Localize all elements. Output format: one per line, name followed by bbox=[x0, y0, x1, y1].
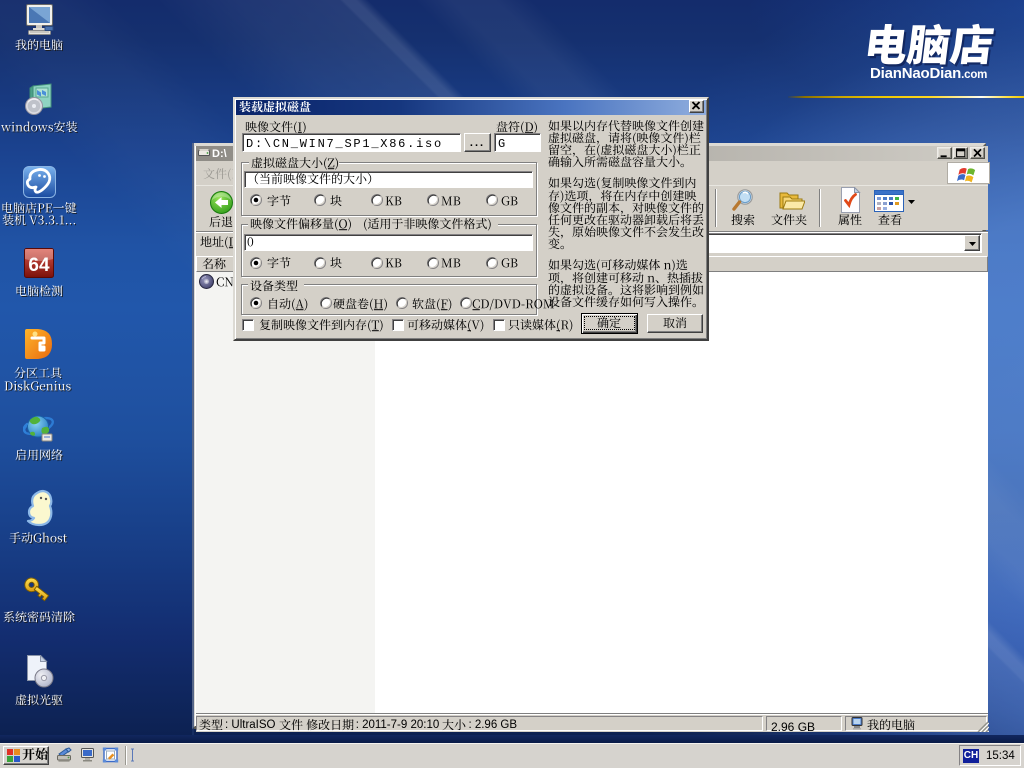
svg-text:64: 64 bbox=[28, 255, 50, 276]
